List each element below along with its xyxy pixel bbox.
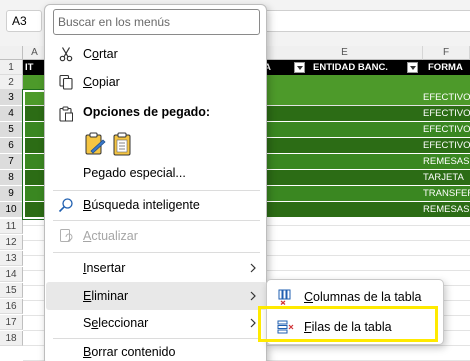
- row-header[interactable]: 11: [0, 219, 23, 234]
- menu-item-label: Copiar: [83, 75, 120, 89]
- menu-item-label: Eliminar: [83, 289, 129, 303]
- delete-table-columns-icon: [278, 289, 291, 305]
- row-header[interactable]: 5: [0, 122, 23, 137]
- menu-item-label: Seleccionar: [83, 316, 149, 330]
- copy-icon: [59, 74, 73, 90]
- row-header[interactable]: 12: [0, 235, 23, 250]
- row-header[interactable]: 4: [0, 106, 23, 121]
- table-header-cell[interactable]: FORMA: [428, 60, 470, 75]
- smart-lookup-icon: [58, 198, 73, 213]
- select-all-corner[interactable]: [0, 46, 23, 60]
- cell[interactable]: REMESAS: [423, 154, 470, 169]
- menu-item-label: Borrar contenido: [83, 345, 176, 359]
- column-header-e[interactable]: E: [267, 46, 423, 60]
- menu-item-copy[interactable]: Copiar: [46, 68, 267, 96]
- row-header[interactable]: 2: [0, 75, 23, 90]
- chevron-right-icon: [250, 318, 256, 328]
- row-header[interactable]: 8: [0, 170, 23, 185]
- clipboard-icon: [59, 106, 73, 122]
- menu-item-label: Búsqueda inteligente: [83, 198, 200, 212]
- row-header[interactable]: 6: [0, 138, 23, 153]
- menu-separator: [53, 220, 260, 221]
- menu-item-label: Pegado especial...: [83, 166, 186, 180]
- filter-dropdown-icon[interactable]: [294, 62, 305, 73]
- filter-dropdown-icon[interactable]: [407, 62, 418, 73]
- formula-input[interactable]: [266, 10, 470, 32]
- row-header[interactable]: 15: [0, 283, 23, 298]
- paste-options-heading: Opciones de pegado:: [83, 105, 211, 119]
- menu-search-input[interactable]: [53, 9, 260, 35]
- name-box[interactable]: A3: [6, 10, 42, 32]
- menu-item-delete[interactable]: Eliminar: [46, 282, 267, 310]
- paste-formatting-icon[interactable]: [83, 131, 107, 157]
- menu-item-cut[interactable]: Cortar: [46, 40, 267, 68]
- row-header[interactable]: 10: [0, 202, 23, 217]
- row-header[interactable]: 14: [0, 267, 23, 282]
- row-header[interactable]: 17: [0, 315, 23, 330]
- menu-item-smart-lookup[interactable]: Búsqueda inteligente: [46, 191, 267, 219]
- scissors-icon: [59, 47, 73, 62]
- chevron-right-icon: [250, 291, 256, 301]
- column-header-f[interactable]: F: [423, 46, 470, 60]
- cell[interactable]: TRANSFER: [423, 186, 470, 201]
- cell[interactable]: TARJETA: [423, 170, 470, 185]
- menu-item-clear-contents[interactable]: Borrar contenido: [46, 338, 267, 361]
- row-header[interactable]: 13: [0, 251, 23, 266]
- row-header[interactable]: 7: [0, 154, 23, 169]
- cell[interactable]: EFECTIVO: [423, 90, 470, 105]
- menu-item-label: Actualizar: [83, 229, 138, 243]
- cell[interactable]: EFECTIVO: [423, 122, 470, 137]
- cell[interactable]: EFECTIVO: [423, 106, 470, 121]
- menu-item-insert[interactable]: Insertar: [46, 254, 267, 282]
- cell[interactable]: EFECTIVO: [423, 138, 470, 153]
- menu-item-paste-special[interactable]: Pegado especial...: [46, 159, 267, 187]
- menu-item-label: Insertar: [83, 261, 126, 275]
- chevron-right-icon: [250, 263, 256, 273]
- annotation-highlight-box: [258, 306, 438, 342]
- context-menu: Cortar Copiar Opciones de pegado: Pegado: [44, 4, 267, 361]
- table-header-cell[interactable]: IT: [25, 60, 45, 75]
- refresh-icon: [60, 229, 73, 242]
- menu-item-select[interactable]: Seleccionar: [46, 309, 267, 337]
- table-header-cell[interactable]: ENTIDAD BANC.: [313, 60, 413, 75]
- paste-values-icon[interactable]: [111, 131, 133, 157]
- menu-item-refresh: Actualizar: [46, 222, 267, 250]
- menu-separator: [53, 252, 260, 253]
- row-header[interactable]: 9: [0, 186, 23, 201]
- row-header[interactable]: 18: [0, 331, 23, 346]
- row-header[interactable]: 1: [0, 60, 23, 75]
- row-header[interactable]: 3: [0, 90, 23, 105]
- menu-item-label: Cortar: [83, 47, 118, 61]
- row-header[interactable]: 16: [0, 299, 23, 314]
- paste-options-group: [83, 131, 133, 157]
- cell[interactable]: REMESAS: [423, 202, 470, 217]
